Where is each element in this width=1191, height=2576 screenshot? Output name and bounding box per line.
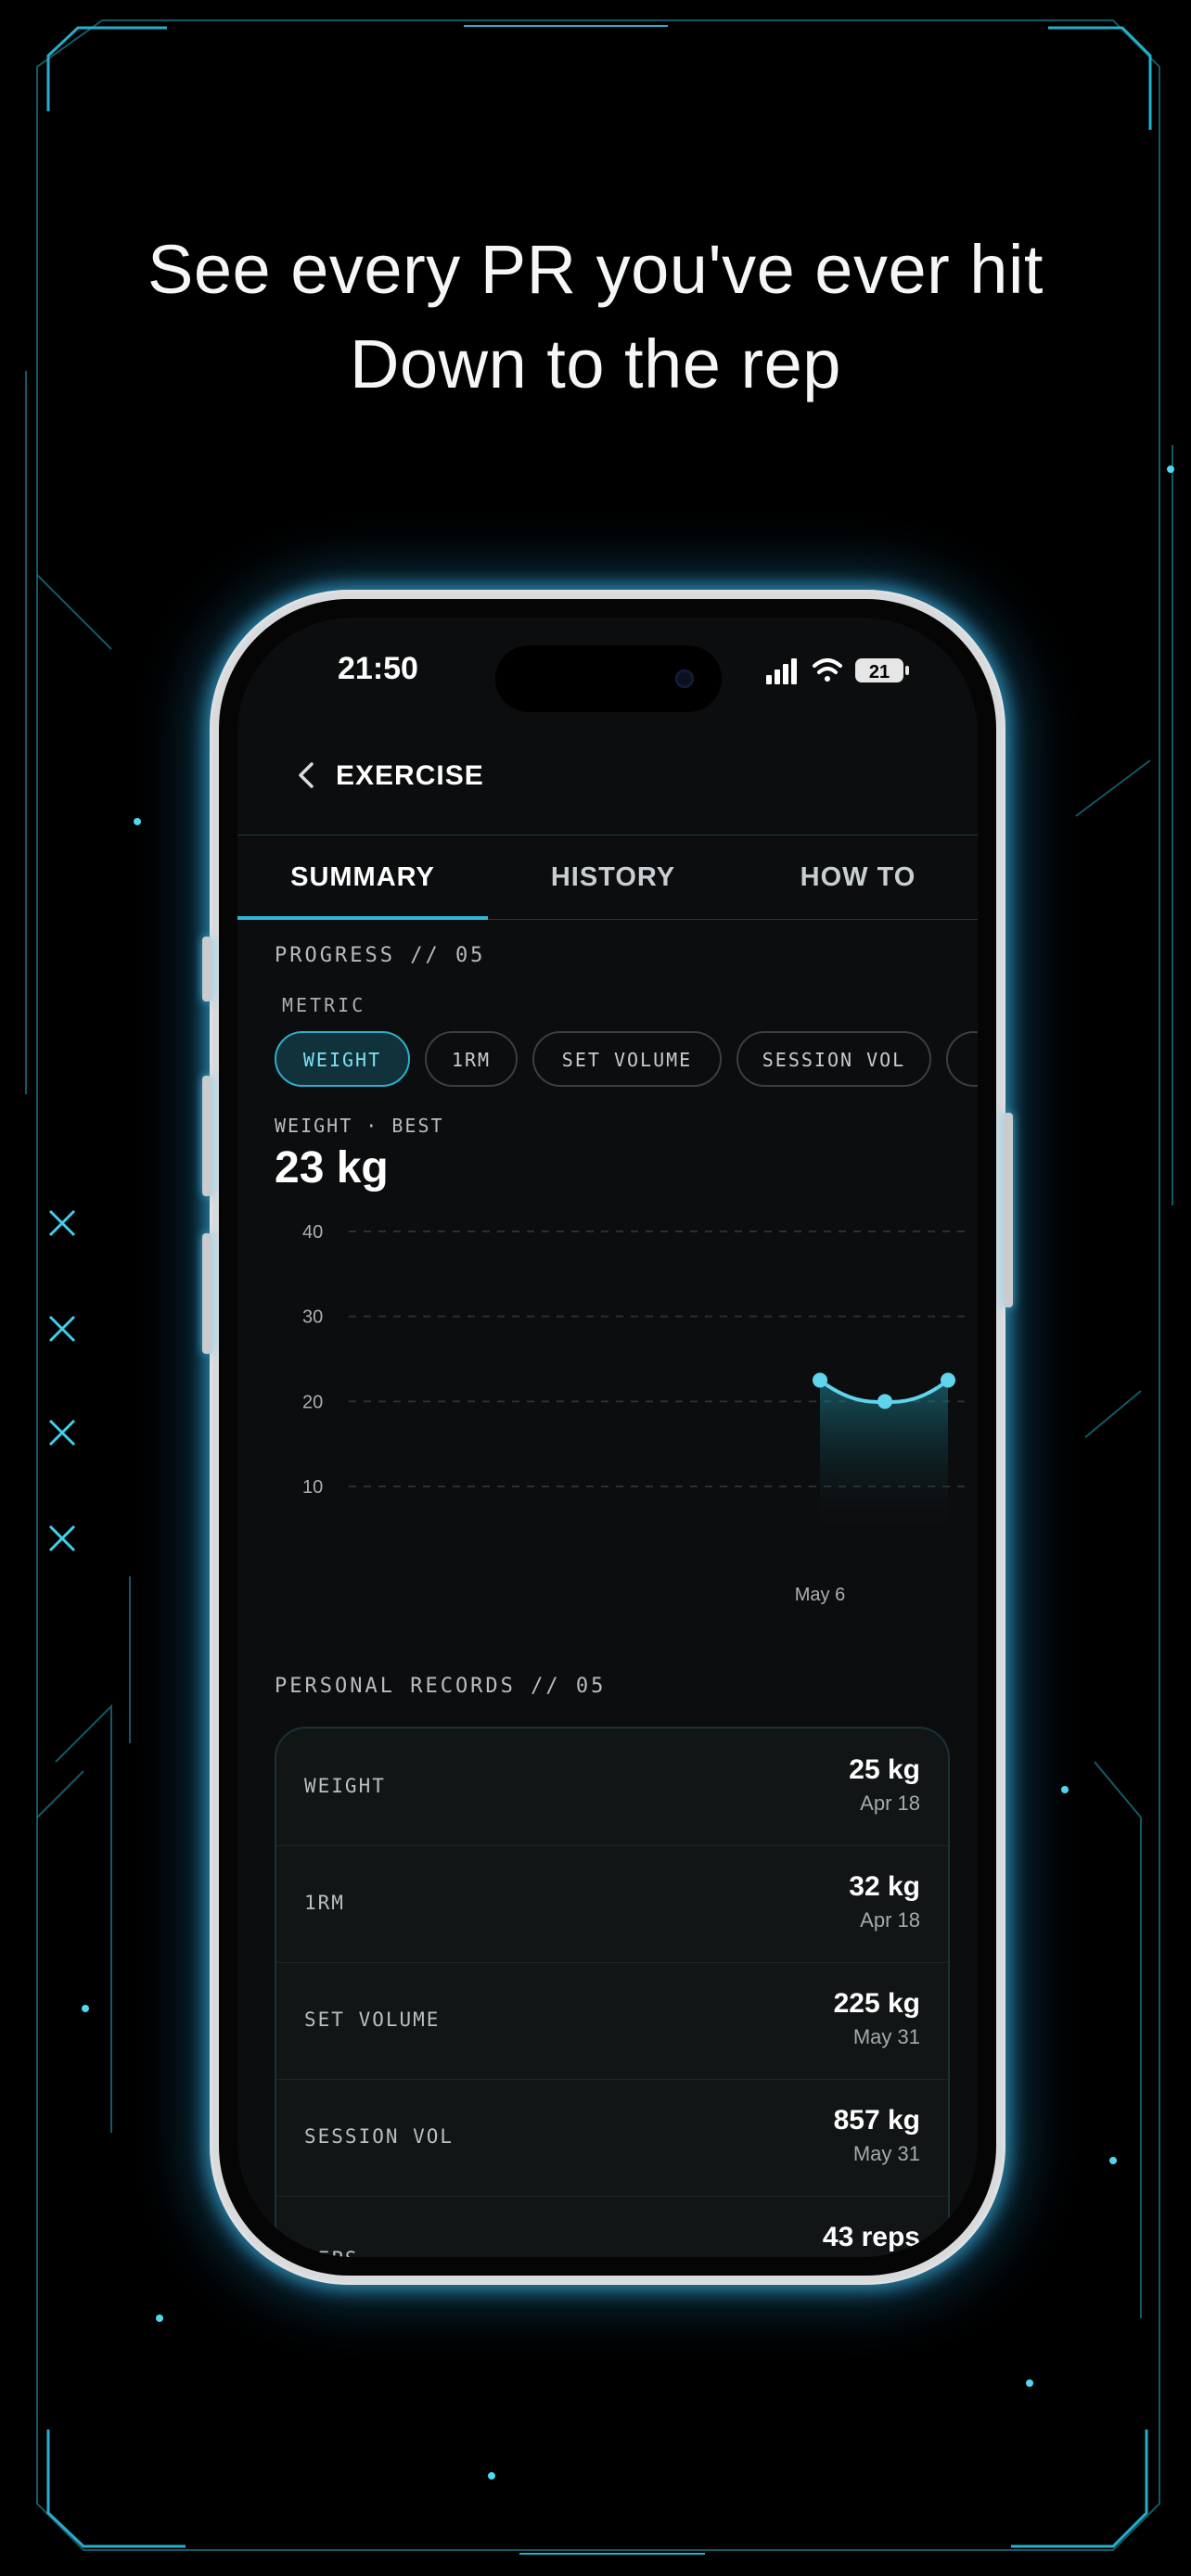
record-row-1rm[interactable]: 1RM 32 kg Apr 18 — [276, 1845, 948, 1963]
y-tick-label: 30 — [302, 1307, 323, 1328]
record-date: Apr 18 — [860, 1792, 920, 1815]
chip-weight[interactable]: WEIGHT — [275, 1031, 410, 1087]
record-date: May 31 — [852, 2025, 920, 2048]
progress-chart: 40 30 20 10 May 6 — [302, 1222, 970, 1605]
data-point — [941, 1372, 955, 1388]
record-row-reps[interactable]: REPS 43 reps — [276, 2196, 948, 2257]
volume-down-button — [202, 1233, 211, 1354]
tab-summary[interactable]: SUMMARY — [237, 835, 488, 919]
data-point — [813, 1372, 827, 1388]
record-row-session-vol[interactable]: SESSION VOL 857 kg May 31 — [276, 2079, 948, 2197]
battery-level: 21 — [869, 662, 890, 682]
chip-session-vol[interactable]: SESSION VOL — [736, 1031, 931, 1087]
y-tick-label: 20 — [302, 1392, 323, 1412]
power-button — [1004, 1113, 1013, 1307]
headline-line-2: Down to the rep — [350, 325, 841, 402]
record-name: SET VOLUME — [304, 2009, 441, 2031]
record-row-set-volume[interactable]: SET VOLUME 225 kg May 31 — [276, 1962, 948, 2080]
cellular-signal-icon — [766, 658, 797, 684]
tab-history[interactable]: HISTORY — [488, 835, 738, 919]
page-title: EXERCISE — [336, 760, 484, 791]
record-date: May 31 — [852, 2142, 920, 2165]
metric-label: METRIC — [282, 994, 366, 1016]
record-value: 32 kg — [849, 1871, 920, 1902]
chip-overflow[interactable] — [946, 1031, 978, 1087]
record-name: SESSION VOL — [304, 2125, 455, 2148]
chevron-left-icon[interactable] — [288, 747, 325, 803]
x-marks — [48, 1209, 76, 1552]
wifi-icon — [813, 658, 842, 682]
record-name: REPS — [304, 2248, 359, 2257]
tab-how-to[interactable]: HOW TO — [738, 835, 978, 919]
battery-icon: 21 — [855, 658, 909, 682]
progress-section-label: PROGRESS // 05 — [275, 944, 486, 967]
record-value: 857 kg — [833, 2105, 920, 2136]
phone-screen: 21:50 21 EXERCISE SUMMARY HISTORY HOW TO — [237, 618, 978, 2257]
data-point — [877, 1394, 892, 1409]
records-card: WEIGHT 25 kg Apr 18 1RM 32 kg Apr 18 SET… — [275, 1727, 950, 2257]
headline: See every PR you've ever hit Down to the… — [0, 223, 1191, 412]
record-name: WEIGHT — [304, 1775, 386, 1797]
nav-bar: EXERCISE — [237, 747, 978, 812]
record-value: 43 reps — [822, 2222, 920, 2252]
record-date: Apr 18 — [860, 1908, 920, 1932]
active-tab-indicator — [237, 916, 488, 920]
record-name: 1RM — [304, 1892, 345, 1914]
volume-up-button — [202, 1076, 211, 1196]
record-value: 225 kg — [833, 1988, 920, 2019]
metric-chips: WEIGHT 1RM SET VOLUME SESSION VOL — [275, 1031, 978, 1090]
status-time: 21:50 — [338, 651, 418, 686]
action-button — [202, 937, 211, 1001]
best-label: WEIGHT · BEST — [275, 1115, 444, 1137]
status-icons: 21 — [766, 658, 909, 684]
record-value: 25 kg — [849, 1754, 920, 1785]
x-tick-label: May 6 — [795, 1585, 845, 1605]
headline-line-1: See every PR you've ever hit — [147, 231, 1044, 308]
records-section-label: PERSONAL RECORDS // 05 — [275, 1675, 607, 1698]
record-row-weight[interactable]: WEIGHT 25 kg Apr 18 — [276, 1728, 948, 1846]
tab-bar: SUMMARY HISTORY HOW TO — [237, 835, 978, 920]
chip-set-volume[interactable]: SET VOLUME — [532, 1031, 722, 1087]
best-value: 23 kg — [275, 1143, 389, 1192]
camera-icon — [675, 670, 694, 688]
y-tick-label: 10 — [302, 1477, 323, 1498]
chip-1rm[interactable]: 1RM — [425, 1031, 518, 1087]
dynamic-island — [495, 645, 722, 712]
y-tick-label: 40 — [302, 1222, 323, 1243]
